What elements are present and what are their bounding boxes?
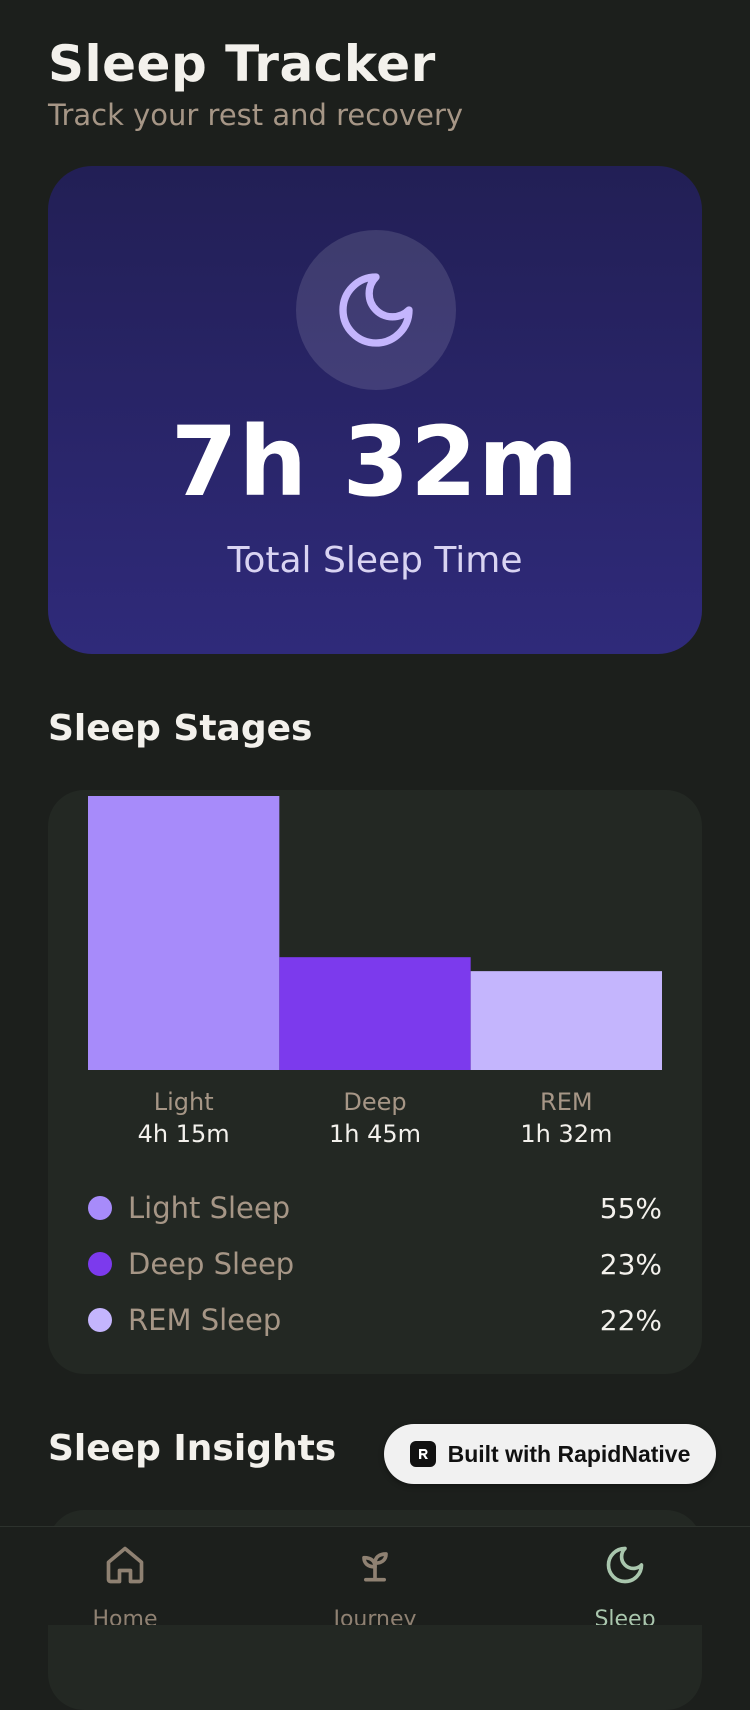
- bottom-nav: Home Journey Sleep: [0, 1526, 750, 1625]
- bar-rem: [470, 971, 662, 1070]
- tick-label: Deep: [343, 1088, 406, 1116]
- sprout-icon: [362, 1552, 388, 1582]
- legend-row-light: Light Sleep 55%: [88, 1188, 662, 1228]
- total-sleep-label: Total Sleep Time: [227, 540, 523, 581]
- nav-label: Home: [92, 1607, 158, 1625]
- nav-label: Journey: [333, 1607, 417, 1625]
- legend-percent: 23%: [599, 1247, 662, 1281]
- legend-row-rem: REM Sleep 22%: [88, 1300, 662, 1340]
- tick-label: Light: [154, 1088, 214, 1116]
- duration-label: 1h 45m: [329, 1120, 421, 1148]
- total-sleep-value: 7h 32m: [170, 406, 580, 518]
- built-with-text: Built with RapidNative: [447, 1440, 691, 1467]
- legend-label: Deep Sleep: [128, 1247, 295, 1281]
- sleep-stages-title: Sleep Stages: [48, 708, 313, 749]
- duration-label: 4h 15m: [138, 1120, 230, 1148]
- nav-label: Sleep: [594, 1607, 656, 1625]
- legend-label: REM Sleep: [128, 1303, 282, 1337]
- legend-dot-deep: [88, 1252, 112, 1276]
- tick-label: REM: [540, 1088, 593, 1116]
- moon-badge: [296, 230, 456, 390]
- nav-item-home[interactable]: Home: [0, 1527, 250, 1625]
- legend-percent: 22%: [599, 1303, 662, 1337]
- legend-row-deep: Deep Sleep 23%: [88, 1244, 662, 1284]
- built-with-badge[interactable]: Built with RapidNative: [384, 1424, 716, 1484]
- sleep-insights-title: Sleep Insights: [48, 1428, 337, 1469]
- home-icon: [106, 1546, 144, 1584]
- bar-light: [88, 796, 280, 1070]
- moon-icon: [339, 273, 413, 347]
- legend-label: Light Sleep: [128, 1191, 291, 1225]
- header: Sleep Tracker Track your rest and recove…: [48, 35, 464, 132]
- sleep-stages-card: Light 4h 15m Deep 1h 45m REM 1h 32m Light Sle…: [48, 790, 702, 1374]
- page-title: Sleep Tracker: [48, 35, 436, 93]
- legend-dot-rem: [88, 1308, 112, 1332]
- sleep-stages-chart: Light 4h 15m Deep 1h 45m REM 1h 32m: [88, 796, 662, 1148]
- nav-item-journey[interactable]: Journey: [250, 1527, 500, 1625]
- bar-deep: [279, 957, 471, 1070]
- legend-dot-light: [88, 1196, 112, 1220]
- page-subtitle: Track your rest and recovery: [48, 97, 464, 132]
- duration-label: 1h 32m: [520, 1120, 612, 1148]
- nav-item-sleep[interactable]: Sleep: [500, 1527, 750, 1625]
- legend-percent: 55%: [599, 1191, 662, 1225]
- total-sleep-card: 7h 32m Total Sleep Time: [48, 166, 702, 654]
- moon-icon: [606, 1546, 644, 1584]
- rapidnative-logo-icon: [409, 1441, 436, 1467]
